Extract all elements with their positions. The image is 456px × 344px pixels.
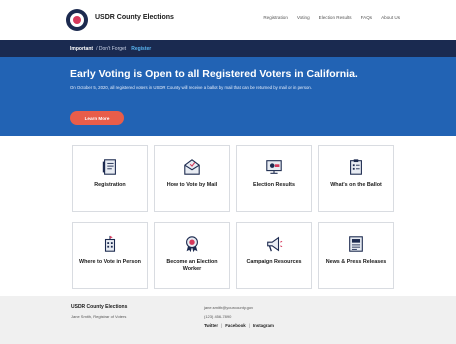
hero-banner: Early Voting is Open to all Registered V… [0,57,456,136]
card-election-worker[interactable]: Become an Election Worker [154,222,230,289]
county-seal-logo[interactable] [66,9,88,31]
nav-faqs[interactable]: FAQs [361,15,373,20]
card-label: Registration [94,182,126,188]
mail-icon [184,159,200,175]
card-election-results[interactable]: Election Results [236,145,312,212]
card-vote-by-mail[interactable]: How to Vote by Mail [154,145,230,212]
card-whats-on-ballot[interactable]: What's on the Ballot [318,145,394,212]
card-label: Become an Election Worker [166,259,218,272]
social-separator: | [221,323,223,328]
card-label: Where to Vote in Person [79,259,141,265]
footer-subtitle: Jane Smith, Registrar of Voters [71,314,127,319]
nav-registration[interactable]: Registration [263,15,288,20]
strip-important: Important [70,45,94,52]
ballot-icon [350,159,362,175]
learn-more-button[interactable]: Learn More [70,111,124,125]
main-nav: Registration Voting Election Results FAQ… [263,15,400,20]
site-footer: USDR County Elections Jane Smith, Regist… [0,296,456,344]
instagram-link[interactable]: Instagram [253,323,274,328]
building-icon [104,235,116,252]
strip-register-link[interactable]: Register [131,46,151,52]
footer-phone: (123) 456-7890 [204,314,232,319]
card-news-press[interactable]: News & Press Releases [318,222,394,289]
services-grid: Registration How to Vote by Mail Electio… [72,145,396,289]
results-icon [266,160,282,174]
footer-email-link[interactable]: jane.smith@yourcounty.gov [204,305,253,310]
card-label: What's on the Ballot [330,182,382,188]
hero-body: On October 5, 2020, all registered voter… [70,85,312,90]
card-registration[interactable]: Registration [72,145,148,212]
registration-icon [102,159,116,175]
footer-social-links: Twitter | Facebook | Instagram [204,323,274,328]
card-label: How to Vote by Mail [166,182,218,188]
nav-election-results[interactable]: Election Results [319,15,352,20]
twitter-link[interactable]: Twitter [204,323,218,328]
alert-strip: Important / Don't Forget Register [0,40,456,57]
nav-voting[interactable]: Voting [297,15,310,20]
card-label: Campaign Resources [246,259,302,265]
site-header: USDR County Elections Registration Votin… [0,0,456,40]
strip-dont-forget: / Don't Forget [96,45,127,52]
card-where-to-vote[interactable]: Where to Vote in Person [72,222,148,289]
card-label: News & Press Releases [325,259,387,265]
card-campaign-resources[interactable]: Campaign Resources [236,222,312,289]
hero-title: Early Voting is Open to all Registered V… [70,68,358,80]
megaphone-icon [267,236,283,252]
footer-title: USDR County Elections [71,304,128,310]
facebook-link[interactable]: Facebook [225,323,246,328]
news-icon [349,236,363,252]
card-label: Election Results [253,182,295,188]
site-title[interactable]: USDR County Elections [95,14,174,21]
nav-about-us[interactable]: About Us [381,15,400,20]
social-separator: | [248,323,250,328]
badge-icon [186,236,198,253]
